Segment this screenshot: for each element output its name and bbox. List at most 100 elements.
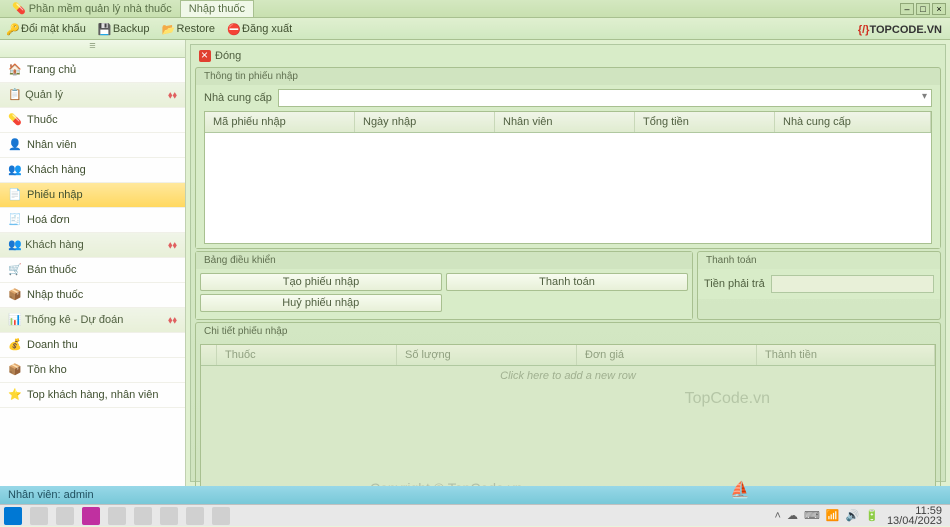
- tonkho-label: Tồn kho: [27, 364, 67, 376]
- collapse-icon[interactable]: ⬧⬧: [168, 90, 177, 101]
- sidebar-item-tonkho[interactable]: 📦 Tồn kho: [0, 358, 185, 383]
- taskbar-app-4[interactable]: [160, 507, 178, 525]
- pay-button[interactable]: Thanh toán: [446, 273, 688, 291]
- detail-row-selector[interactable]: [201, 345, 217, 365]
- search-button[interactable]: [30, 507, 48, 525]
- create-receipt-button[interactable]: Tạo phiếu nhập: [200, 273, 442, 291]
- receipt-info-panel: Thông tin phiếu nhập Nhà cung cấp Mã phi…: [195, 67, 941, 249]
- logout-button[interactable]: ⛔ Đăng xuất: [227, 23, 292, 35]
- backup-label: Backup: [113, 23, 150, 35]
- invoice-icon: 🧾: [8, 213, 22, 227]
- banthuoc-label: Bán thuốc: [27, 264, 77, 276]
- receipt-icon: 📄: [8, 188, 22, 202]
- col-receipt-id[interactable]: Mã phiếu nhập: [205, 112, 355, 132]
- add-row-placeholder[interactable]: Click here to add a new row: [201, 366, 935, 386]
- tray-wifi-icon[interactable]: 📶: [826, 509, 840, 522]
- taskbar-app-6[interactable]: [212, 507, 230, 525]
- collapse-icon-2[interactable]: ⬧⬧: [168, 240, 177, 251]
- sidebar-item-banthuoc[interactable]: 🛒 Bán thuốc: [0, 258, 185, 283]
- sidebar-toggle[interactable]: ≡: [0, 40, 185, 58]
- receipt-grid-body[interactable]: [205, 133, 931, 243]
- maximize-button[interactable]: □: [916, 3, 930, 15]
- detail-col-thuoc[interactable]: Thuốc: [217, 345, 397, 365]
- control-panel: Bảng điều khiển Tạo phiếu nhập Thanh toá…: [195, 251, 693, 320]
- content-area: Đóng Thông tin phiếu nhập Nhà cung cấp M…: [186, 40, 950, 486]
- taskbar-app-5[interactable]: [186, 507, 204, 525]
- taskbar-clock[interactable]: 11:59 13/04/2023: [887, 506, 946, 526]
- brand-logo: {/}TOPCODE.VN: [858, 20, 942, 36]
- tab-main[interactable]: 💊 Phần mềm quản lý nhà thuốc: [4, 0, 180, 17]
- home-icon: 🏠: [8, 63, 22, 77]
- sidebar-item-nhapthuoc[interactable]: 📦 Nhập thuốc: [0, 283, 185, 308]
- sidebar-item-khachhang[interactable]: 👥 Khách hàng: [0, 158, 185, 183]
- close-window-button[interactable]: ×: [932, 3, 946, 15]
- khachhang-label: Khách hàng: [27, 164, 86, 176]
- col-supplier[interactable]: Nhà cung cấp: [775, 112, 931, 132]
- tray-volume-icon[interactable]: 🔊: [846, 509, 860, 522]
- col-total[interactable]: Tổng tiền: [635, 112, 775, 132]
- detail-col-qty[interactable]: Số lượng: [397, 345, 577, 365]
- nhapthuoc-label: Nhập thuốc: [27, 289, 83, 301]
- tray-cloud-icon[interactable]: ☁: [787, 509, 798, 522]
- control-panel-title: Bảng điều khiển: [196, 252, 692, 269]
- restore-button[interactable]: 📂 Restore: [162, 23, 216, 35]
- sidebar-header-customer[interactable]: 👥 Khách hàng ⬧⬧: [0, 233, 185, 258]
- detail-col-price[interactable]: Đơn giá: [577, 345, 757, 365]
- sidebar-item-phieunhap[interactable]: 📄 Phiếu nhập: [0, 183, 185, 208]
- sidebar-item-top[interactable]: ⭐ Top khách hàng, nhân viên: [0, 383, 185, 408]
- col-date[interactable]: Ngày nhập: [355, 112, 495, 132]
- sidebar-item-home[interactable]: 🏠 Trang chủ: [0, 58, 185, 83]
- backup-button[interactable]: 💾 Backup: [98, 23, 150, 35]
- tray-battery-icon[interactable]: 🔋: [865, 509, 879, 522]
- windows-taskbar: ˄ ☁ ⌨ 📶 🔊 🔋 11:59 13/04/2023: [0, 504, 950, 526]
- money-icon: 💰: [8, 338, 22, 352]
- key-icon: 🔑: [6, 23, 18, 35]
- minimize-button[interactable]: –: [900, 3, 914, 15]
- col-staff[interactable]: Nhân viên: [495, 112, 635, 132]
- detail-grid-body[interactable]: Click here to add a new row: [201, 366, 935, 486]
- detail-title: Chi tiết phiếu nhập: [196, 323, 940, 340]
- system-tray[interactable]: ˄ ☁ ⌨ 📶 🔊 🔋: [775, 509, 879, 522]
- thuoc-label: Thuốc: [27, 114, 58, 126]
- close-label[interactable]: Đóng: [215, 50, 241, 62]
- window-controls: – □ ×: [900, 3, 946, 15]
- sidebar-item-thuoc[interactable]: 💊 Thuốc: [0, 108, 185, 133]
- chart-icon: 📊: [8, 313, 22, 327]
- receipt-grid: Mã phiếu nhập Ngày nhập Nhân viên Tổng t…: [204, 111, 932, 244]
- sidebar-item-nhanvien[interactable]: 👤 Nhân viên: [0, 133, 185, 158]
- detail-col-total[interactable]: Thành tiền: [757, 345, 935, 365]
- supplier-combobox[interactable]: [278, 89, 932, 107]
- amount-input[interactable]: [771, 275, 934, 293]
- tab-close-row: Đóng: [193, 47, 943, 65]
- collapse-icon-3[interactable]: ⬧⬧: [168, 315, 177, 326]
- start-button[interactable]: [4, 507, 22, 525]
- app-icon: 💊: [12, 2, 26, 15]
- box-icon: 📦: [8, 288, 22, 302]
- tab-main-label: Phần mềm quản lý nhà thuốc: [29, 3, 172, 15]
- taskbar-app-3[interactable]: [134, 507, 152, 525]
- sidebar-header-manage[interactable]: 📋 Quản lý ⬧⬧: [0, 83, 185, 108]
- phieunhap-label: Phiếu nhập: [27, 189, 83, 201]
- tab-import[interactable]: Nhập thuốc: [180, 0, 254, 17]
- sidebar: ≡ 🏠 Trang chủ 📋 Quản lý ⬧⬧ 💊 Thuốc 👤 Nhâ…: [0, 40, 186, 486]
- close-icon[interactable]: [199, 50, 211, 62]
- cancel-receipt-button[interactable]: Huỷ phiếu nhập: [200, 294, 442, 312]
- sidebar-header-stats[interactable]: 📊 Thống kê - Dự đoán ⬧⬧: [0, 308, 185, 333]
- taskbar-app-1[interactable]: [82, 507, 100, 525]
- clock-time: 11:59: [887, 506, 942, 516]
- group-icon: 👥: [8, 238, 22, 252]
- boat-icon: ⛵: [730, 480, 750, 500]
- change-password-button[interactable]: 🔑 Đổi mật khẩu: [6, 23, 86, 35]
- star-icon: ⭐: [8, 388, 22, 402]
- tray-chevron-icon[interactable]: ˄: [775, 510, 781, 522]
- taskbar-app-2[interactable]: [108, 507, 126, 525]
- task-view-button[interactable]: [56, 507, 74, 525]
- sidebar-item-doanhthu[interactable]: 💰 Doanh thu: [0, 333, 185, 358]
- sidebar-item-hoadon[interactable]: 🧾 Hoá đơn: [0, 208, 185, 233]
- supplier-label: Nhà cung cấp: [204, 92, 272, 104]
- user-icon: 👤: [8, 138, 22, 152]
- nhanvien-label: Nhân viên: [27, 139, 77, 151]
- cart-icon: 🛒: [8, 263, 22, 277]
- amount-label: Tiền phải trả: [704, 278, 765, 290]
- tray-keyboard-icon[interactable]: ⌨: [804, 509, 820, 522]
